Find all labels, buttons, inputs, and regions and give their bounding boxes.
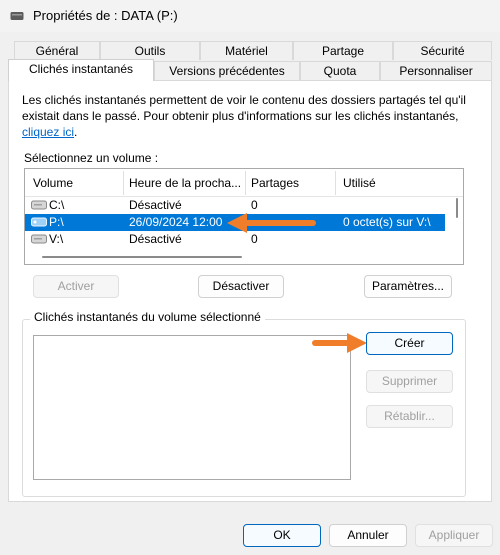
restore-button[interactable]: Rétablir... — [366, 405, 453, 428]
deactivate-button[interactable]: Désactiver — [198, 275, 284, 298]
tab-sharing[interactable]: Partage — [293, 41, 393, 60]
network-drive-icon — [31, 217, 47, 227]
select-volume-label: Sélectionnez un volume : — [24, 151, 159, 165]
description-body: Les clichés instantanés permettent de vo… — [22, 93, 466, 123]
snapshots-group-label: Clichés instantanés du volume sélectionn… — [30, 310, 265, 324]
snapshots-list[interactable] — [33, 335, 351, 480]
tab-general[interactable]: Général — [14, 41, 100, 60]
delete-button[interactable]: Supprimer — [366, 370, 453, 393]
annotation-arrow-right-icon — [312, 333, 367, 353]
column-header-next-time[interactable]: Heure de la procha... — [123, 169, 245, 197]
title-bar: Propriétés de : DATA (P:) — [0, 0, 500, 32]
tab-customize[interactable]: Personnaliser — [380, 61, 492, 80]
help-link[interactable]: cliquez ici — [22, 125, 74, 139]
tab-security[interactable]: Sécurité — [393, 41, 492, 60]
annotation-arrow-left-icon — [227, 213, 316, 233]
drive-icon — [31, 234, 47, 244]
tab-quota[interactable]: Quota — [300, 61, 380, 80]
volume-next-time: Désactivé — [129, 198, 182, 212]
column-header-used[interactable]: Utilisé — [337, 169, 447, 197]
apply-button[interactable]: Appliquer — [415, 524, 493, 547]
drive-icon — [10, 12, 24, 20]
vertical-scrollbar[interactable] — [452, 170, 462, 248]
column-header-shares[interactable]: Partages — [245, 169, 335, 197]
description-end: . — [74, 125, 78, 139]
volume-used: 0 octet(s) sur V:\ — [343, 215, 431, 229]
cancel-button[interactable]: Annuler — [329, 524, 407, 547]
volume-name: V:\ — [49, 232, 64, 246]
description-text: Les clichés instantanés permettent de vo… — [22, 92, 472, 140]
volume-name: C:\ — [49, 198, 65, 212]
column-separator[interactable] — [335, 171, 336, 195]
tab-hardware[interactable]: Matériel — [200, 41, 293, 60]
tab-shadow-copies[interactable]: Clichés instantanés — [8, 59, 154, 81]
column-header-volume[interactable]: Volume — [27, 169, 123, 197]
volume-name: P:\ — [49, 215, 64, 229]
drive-icon — [31, 200, 47, 210]
tab-previous-versions[interactable]: Versions précédentes — [154, 61, 300, 80]
activate-button[interactable]: Activer — [33, 275, 119, 298]
tab-tools[interactable]: Outils — [100, 41, 200, 60]
ok-button[interactable]: OK — [243, 524, 321, 547]
volume-next-time: 26/09/2024 12:00 — [129, 215, 223, 229]
settings-button[interactable]: Paramètres... — [364, 275, 452, 298]
create-button[interactable]: Créer — [366, 332, 453, 355]
volume-list-header: Volume Heure de la procha... Partages Ut… — [25, 169, 463, 197]
window-title: Propriétés de : DATA (P:) — [33, 8, 178, 23]
horizontal-scrollbar[interactable] — [26, 251, 450, 263]
volume-next-time: Désactivé — [129, 232, 182, 246]
